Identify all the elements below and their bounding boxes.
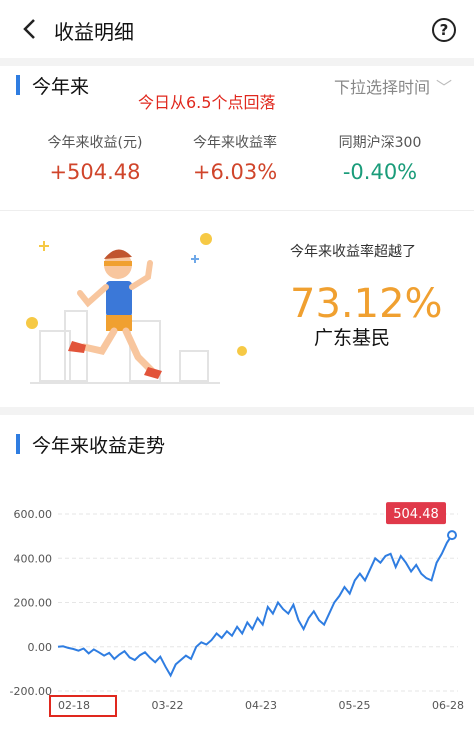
stat-value: -0.40% xyxy=(342,160,418,184)
section-accent-bar xyxy=(16,434,20,454)
runner-illustration xyxy=(26,233,247,384)
y-tick-label: -200.00 xyxy=(10,685,52,698)
end-point-marker xyxy=(447,530,457,541)
y-tick-label: 0.00 xyxy=(28,641,53,654)
stat-csi300: 同期沪深300 -0.40% xyxy=(320,132,440,184)
top-bar: 收益明细 ? xyxy=(0,0,474,58)
back-button[interactable] xyxy=(12,12,46,46)
time-filter-label: 下拉选择时间 xyxy=(333,78,430,97)
question-circle-icon: ? xyxy=(439,21,449,39)
section-title: 今年来 xyxy=(32,76,90,98)
ranking-banner: 今年来收益率超越了 73.12% 广东基民 xyxy=(0,211,474,407)
end-value-label: 504.48 xyxy=(393,507,439,522)
chevron-left-icon xyxy=(23,19,35,39)
ranking-label: 今年来收益率超越了 xyxy=(290,244,416,260)
x-tick-label: 03-22 xyxy=(152,699,184,712)
x-tick-label: 06-28 xyxy=(432,699,464,712)
trend-header: 今年来收益走势 xyxy=(0,421,474,467)
ranking-group: 广东基民 xyxy=(314,327,391,349)
x-tick-label: 04-23 xyxy=(245,699,277,712)
x-tick-label: 02-18 xyxy=(58,699,90,712)
section-title: 今年来收益走势 xyxy=(32,435,166,457)
x-tick-label: 05-25 xyxy=(339,699,371,712)
annotation-note: 今日从6.5个点回落 xyxy=(138,93,276,112)
stat-value: +6.03% xyxy=(192,160,278,184)
series-line xyxy=(57,534,453,678)
stat-ytd-return: 今年来收益率 +6.03% xyxy=(180,132,290,184)
y-tick-label: 400.00 xyxy=(14,552,53,565)
chart-svg: 600.00 400.00 200.00 0.00 -200.00 02-18 03-22 0… xyxy=(10,502,464,717)
section-accent-bar xyxy=(16,75,20,95)
earnings-trend-chart[interactable]: 600.00 400.00 200.00 0.00 -200.00 02-18 03-22 0… xyxy=(0,470,474,729)
stat-value: +504.48 xyxy=(49,160,141,184)
stat-ytd-earnings: 今年来收益(元) +504.48 xyxy=(40,132,150,184)
chevron-down-icon: ﹀ xyxy=(435,78,452,97)
stat-label: 同期沪深300 xyxy=(338,135,422,151)
y-tick-label: 600.00 xyxy=(14,508,53,521)
stats-row: 今年来收益(元) +504.48 今年来收益率 +6.03% 同期沪深300 -… xyxy=(0,122,474,210)
stat-label: 今年来收益(元) xyxy=(47,135,143,151)
help-button[interactable]: ? xyxy=(432,18,456,42)
page-title: 收益明细 xyxy=(54,20,134,44)
time-filter-dropdown[interactable]: 下拉选择时间 ﹀ xyxy=(334,74,452,98)
stat-label: 今年来收益率 xyxy=(193,135,277,151)
y-tick-label: 200.00 xyxy=(14,597,53,610)
ranking-percent: 73.12% xyxy=(290,281,443,327)
section-separator xyxy=(0,407,474,415)
